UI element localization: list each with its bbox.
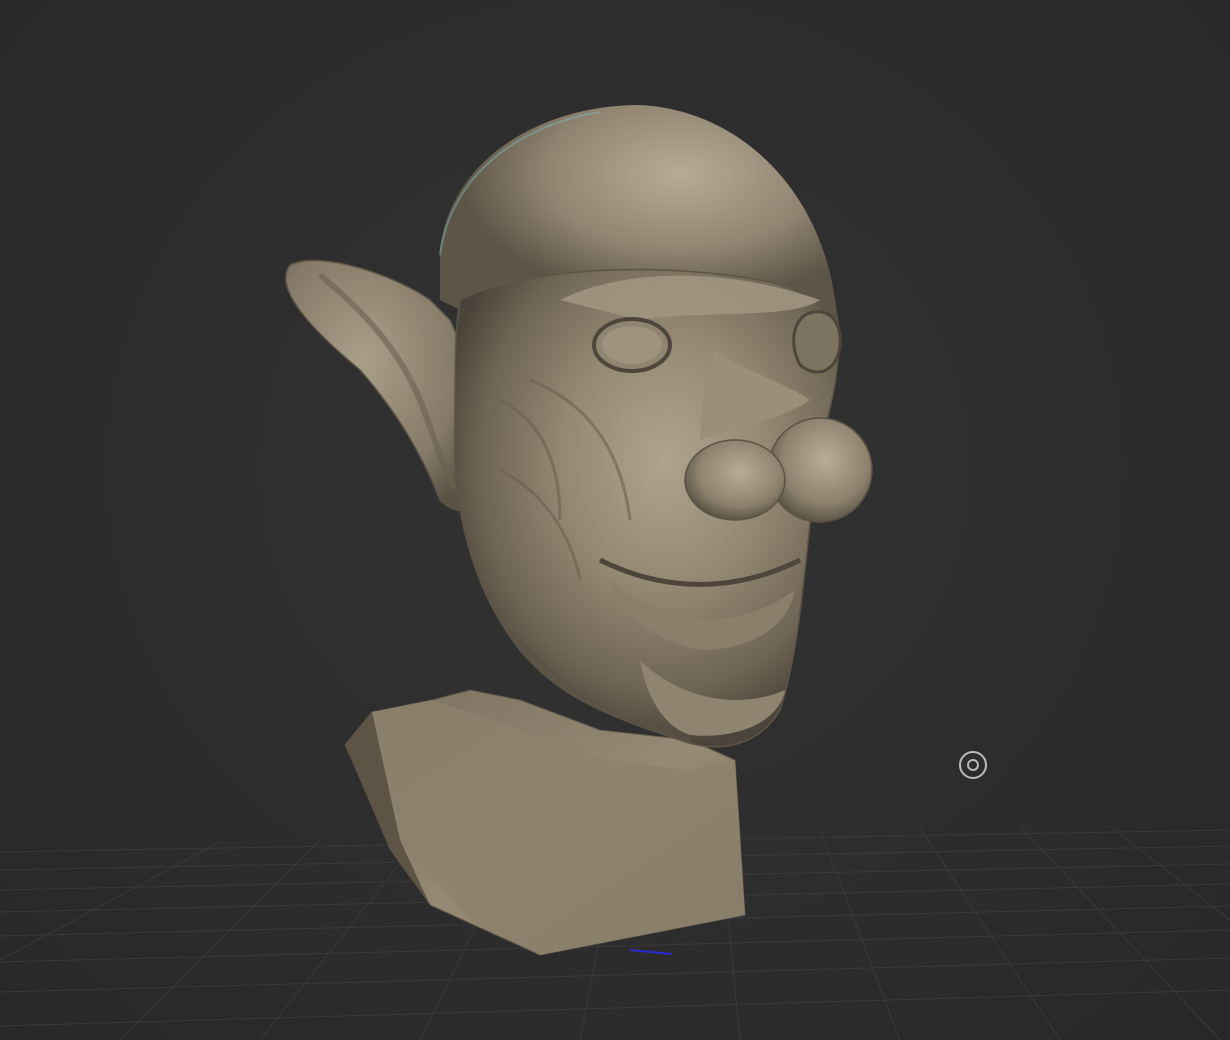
sculpt-model xyxy=(285,105,873,956)
grid-line xyxy=(259,837,421,1040)
grid-line xyxy=(1019,825,1221,1040)
eye-left-ball xyxy=(602,326,662,364)
eye-right xyxy=(792,310,842,374)
pivot-target-icon[interactable] xyxy=(959,751,987,779)
grid-line xyxy=(1109,825,1230,921)
viewport-canvas xyxy=(0,105,1230,1040)
axis-marker xyxy=(629,949,673,955)
grid-line xyxy=(0,841,221,961)
grid-line xyxy=(0,989,1230,1027)
grid-line xyxy=(919,827,1061,1040)
pivot-target-inner xyxy=(967,759,979,771)
grid-line xyxy=(819,829,901,1040)
3d-viewport[interactable] xyxy=(0,0,1230,1040)
nose-wing xyxy=(684,439,786,521)
grid-line xyxy=(119,839,321,1040)
